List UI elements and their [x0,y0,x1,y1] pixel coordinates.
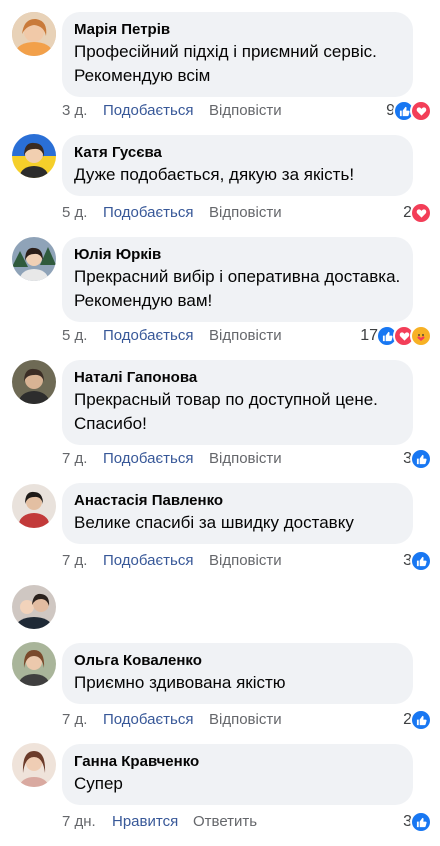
avatar[interactable] [12,484,56,528]
avatar[interactable] [12,134,56,178]
comment-bubble: Марія Петрів Професійний підхід і приємн… [62,12,413,97]
comment-author[interactable]: Ганна Кравченко [74,752,401,771]
reply-button[interactable]: Відповісти [209,710,282,730]
like-button[interactable]: Подобається [103,551,193,571]
comment-actions: 7 д. Подобається Відповісти 2 [62,709,432,731]
comment-author[interactable]: Марія Петрів [74,20,401,39]
like-button[interactable]: Нравится [112,812,178,832]
comment-bubble: Ольга Коваленко Приємно здивована якістю [62,643,413,704]
comment-author[interactable]: Катя Гусєва [74,143,401,162]
reply-button[interactable]: Відповісти [209,101,282,121]
reply-button[interactable]: Ответить [193,812,257,832]
comment-time[interactable]: 5 д. [62,326,87,346]
reactions-summary[interactable]: 3 [403,550,432,572]
reactions-summary[interactable]: 2 [403,709,432,731]
comment-bubble: Юлія Юрків Прекрасний вибір і оперативна… [62,237,413,322]
comment-actions: 5 д. Подобається Відповісти 17 [62,325,432,347]
avatar[interactable] [12,360,56,404]
comment-actions: 3 д. Подобається Відповісти 9 [62,100,432,122]
comment-bubble: Наталі Гапонова Прекрасный товар по дост… [62,360,413,445]
like-button[interactable]: Подобається [103,326,193,346]
like-icon [410,811,432,833]
comment-bubble: Анастасія Павленко Велике спасибі за шви… [62,483,413,544]
reactions-summary[interactable]: 9 [386,100,432,122]
comment-actions: 7 д. Подобається Відповісти 3 [62,448,432,470]
comment-actions: 5 д. Подобається Відповісти 2 [62,202,432,224]
comment-text: Приємно здивована якістю [74,673,286,692]
reply-button[interactable]: Відповісти [209,551,282,571]
comment-text: Прекрасний вибір і оперативна доставка. … [74,267,401,310]
comment-time[interactable]: 3 д. [62,101,87,121]
reply-button[interactable]: Відповісти [209,326,282,346]
comment-text: Професійний підхід і приємний сервіс. Ре… [74,42,377,85]
comment-time[interactable]: 7 д. [62,449,87,469]
comment-author[interactable]: Юлія Юрків [74,245,401,264]
like-button[interactable]: Подобається [103,203,193,223]
like-icon [410,550,432,572]
comment-actions: 7 д. Подобається Відповісти 3 [62,550,432,572]
comment-time[interactable]: 5 д. [62,203,87,223]
reactions-summary[interactable]: 3 [403,448,432,470]
reply-button[interactable]: Відповісти [209,449,282,469]
like-button[interactable]: Подобається [103,710,193,730]
like-icon [410,448,432,470]
comment-text: Прекрасный товар по доступной цене. Спас… [74,390,378,433]
love-icon [410,202,432,224]
comment-bubble: Ганна Кравченко Супер [62,744,413,805]
comment-text: Дуже подобається, дякую за якість! [74,165,355,184]
comment-author[interactable]: Анастасія Павленко [74,491,401,510]
comment-time[interactable]: 7 д. [62,710,87,730]
avatar[interactable] [12,12,56,56]
comment-text: Супер [74,774,123,793]
reactions-summary[interactable]: 2 [403,202,432,224]
comment-text: Велике спасибі за швидку доставку [74,513,354,532]
avatar[interactable] [12,743,56,787]
love-icon [410,100,432,122]
comment-author[interactable]: Ольга Коваленко [74,651,401,670]
comment-author[interactable]: Наталі Гапонова [74,368,401,387]
comment-time[interactable]: 7 дн. [62,812,96,832]
reply-button[interactable]: Відповісти [209,203,282,223]
reactions-summary[interactable]: 17 [360,325,432,347]
like-icon [410,709,432,731]
reactions-summary[interactable]: 3 [403,811,432,833]
comment-time[interactable]: 7 д. [62,551,87,571]
avatar[interactable] [12,237,56,281]
avatar[interactable] [12,585,56,629]
like-button[interactable]: Подобається [103,101,193,121]
comment-actions: 7 дн. Нравится Ответить 3 [62,811,432,833]
avatar[interactable] [12,642,56,686]
like-button[interactable]: Подобається [103,449,193,469]
care-icon [410,325,432,347]
comment-bubble: Катя Гусєва Дуже подобається, дякую за я… [62,135,413,196]
